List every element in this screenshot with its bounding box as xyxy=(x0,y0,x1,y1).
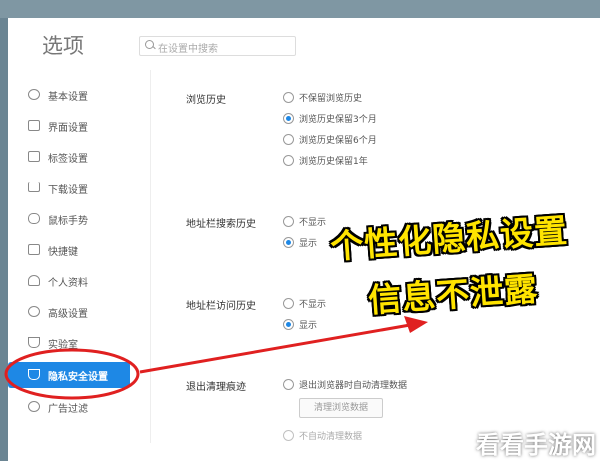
watermark: 看看手游网 xyxy=(476,431,596,459)
highlight-circle xyxy=(4,348,140,400)
annotation-arrow-line xyxy=(139,323,411,374)
